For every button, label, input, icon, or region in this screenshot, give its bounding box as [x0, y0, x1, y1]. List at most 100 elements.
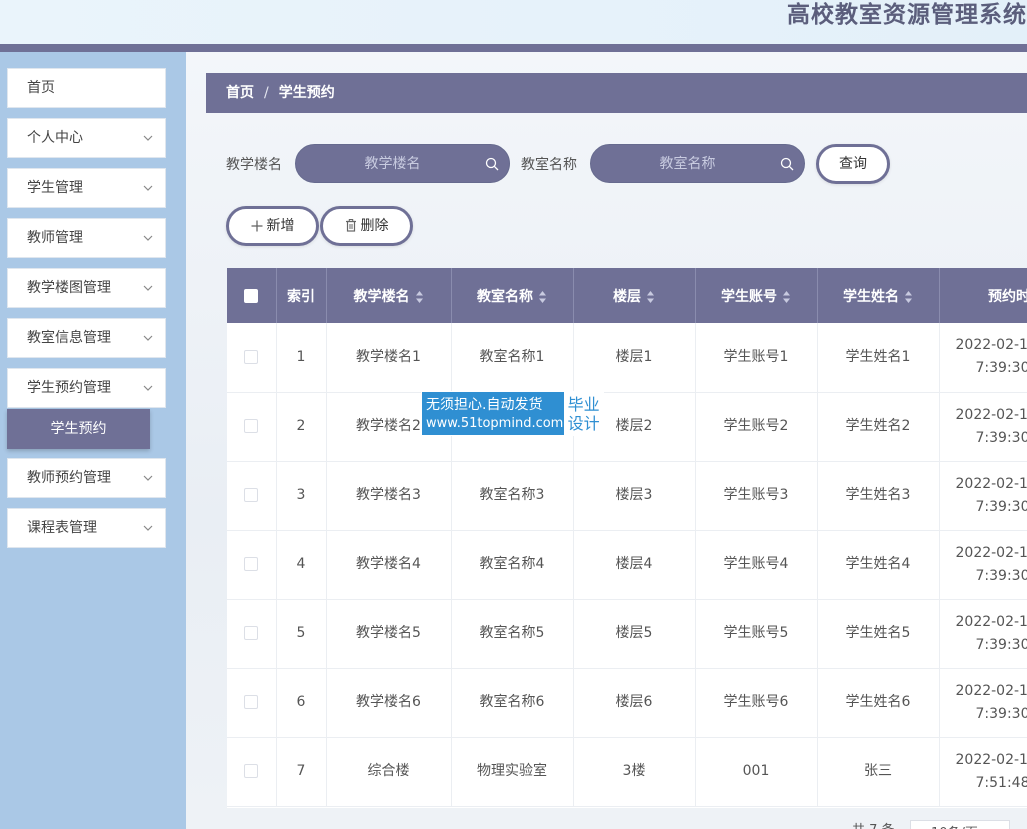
top-header: 高校教室资源管理系统 [0, 0, 1027, 52]
building-search-box [295, 144, 510, 183]
table-row[interactable]: 4 教学楼名4 教室名称4 楼层4 学生账号4 学生姓名4 2022-02-1 7:39:30 [227, 530, 1027, 600]
row-checkbox[interactable] [244, 488, 259, 502]
pagination-total: 共 7 条 [852, 819, 895, 829]
floor-cell: 楼层4 [573, 530, 696, 600]
sidebar-item-students[interactable]: 学生管理 [7, 168, 166, 208]
row-select-cell [227, 392, 277, 462]
row-select-cell [227, 668, 277, 738]
index-cell: 4 [276, 530, 327, 600]
sort-icon[interactable] [904, 290, 913, 304]
booking-table: 索引 教学楼名 教室名称 楼层 学生账号 学生姓名 预约时间 1教学楼名1教室名… [227, 268, 1027, 808]
column-header-time[interactable]: 预约时间 [939, 268, 1027, 323]
time-cell: 2022-02-1 7:39:30 [939, 461, 1027, 531]
column-header-building[interactable]: 教学楼名 [326, 268, 452, 323]
time-date: 2022-02-1 [955, 613, 1027, 630]
building-cell: 教学楼名1 [326, 323, 452, 393]
table-row[interactable]: 7 综合楼 物理实验室 3楼 001 张三 2022-02-1 7:51:48 [227, 737, 1027, 807]
room-cell: 物理实验室 [451, 737, 574, 807]
delete-button[interactable]: 删除 [320, 206, 413, 246]
account-cell: 学生账号4 [695, 530, 818, 600]
account-cell: 学生账号3 [695, 461, 818, 531]
sidebar-item-schedule[interactable]: 课程表管理 [7, 508, 166, 548]
sidebar-item-label: 教室信息管理 [27, 330, 111, 346]
table-row[interactable]: 3 教学楼名3 教室名称3 楼层3 学生账号3 学生姓名3 2022-02-1 7:39:30 [227, 461, 1027, 531]
row-checkbox[interactable] [244, 349, 259, 364]
room-search-input[interactable] [591, 145, 804, 182]
time-date: 2022-02-1 [955, 475, 1027, 492]
time-cell: 2022-02-1 7:39:30 [939, 530, 1027, 600]
table-row[interactable]: 5 教学楼名5 教室名称5 楼层5 学生账号5 学生姓名5 2022-02-1 7:39:30 [227, 599, 1027, 669]
time-date: 2022-02-1 [955, 406, 1027, 423]
row-checkbox[interactable] [244, 695, 259, 709]
room-cell: 教室名称1 [451, 323, 574, 393]
table-row[interactable]: 6 教学楼名6 教室名称6 楼层6 学生账号6 学生姓名6 2022-02-1 7:39:30 [227, 668, 1027, 738]
time-date: 2022-02-1 [955, 682, 1027, 699]
chevron-down-icon [143, 235, 153, 241]
sidebar-item-classroom-info[interactable]: 教室信息管理 [7, 318, 166, 358]
breadcrumb-current: 学生预约 [278, 85, 335, 101]
name-cell: 张三 [817, 737, 940, 807]
table-header-row: 索引 教学楼名 教室名称 楼层 学生账号 学生姓名 预约时间 [227, 268, 1027, 323]
sort-icon[interactable] [538, 290, 547, 304]
sidebar-item-profile[interactable]: 个人中心 [7, 118, 166, 158]
room-cell: 教室名称6 [451, 668, 574, 738]
column-header-index: 索引 [276, 268, 327, 323]
row-checkbox[interactable] [244, 764, 259, 778]
time-cell: 2022-02-1 7:39:30 [939, 323, 1027, 393]
index-cell: 1 [276, 323, 327, 393]
name-cell: 学生姓名2 [817, 392, 940, 462]
room-cell: 教室名称5 [451, 599, 574, 669]
column-header-name[interactable]: 学生姓名 [817, 268, 940, 323]
time-date: 2022-02-1 [955, 544, 1027, 561]
column-header-floor[interactable]: 楼层 [573, 268, 696, 323]
sort-icon[interactable] [782, 290, 791, 304]
floor-cell: 楼层5 [573, 599, 696, 669]
row-checkbox[interactable] [244, 626, 259, 640]
sort-icon[interactable] [415, 290, 424, 304]
select-all-checkbox[interactable] [244, 288, 259, 303]
sidebar-subitem-student-booking[interactable]: 学生预约 [7, 409, 150, 449]
table-row[interactable]: 1 教学楼名1 教室名称1 楼层1 学生账号1 学生姓名1 2022-02-1 7:39:30 [227, 323, 1027, 393]
name-cell: 学生姓名1 [817, 323, 940, 393]
sidebar-item-home[interactable]: 首页 [7, 68, 166, 108]
row-select-cell [227, 530, 277, 600]
sort-icon[interactable] [646, 290, 655, 304]
main-content: 首页 / 学生预约 教学楼名 教室名称 查询 新增 删除 索引 教学楼名 教室名称 [186, 52, 1027, 829]
sidebar-item-teacher-booking[interactable]: 教师预约管理 [7, 458, 166, 498]
sidebar-item-label: 教师管理 [27, 230, 83, 246]
time-cell: 2022-02-1 7:39:30 [939, 392, 1027, 462]
watermark-badge-bottom: 设计 [567, 414, 600, 433]
index-cell: 6 [276, 668, 327, 738]
sidebar-item-building-images[interactable]: 教学楼图管理 [7, 268, 166, 308]
column-header-room[interactable]: 教室名称 [451, 268, 574, 323]
watermark-badge: 毕业 设计 [563, 392, 603, 435]
time-cell: 2022-02-1 7:39:30 [939, 668, 1027, 738]
time-clock: 7:39:30 [975, 498, 1027, 515]
account-cell: 001 [695, 737, 818, 807]
table-row[interactable]: 2教学楼名2教室名称2楼层2学生账号2学生姓名22022-02-17:39:30 [227, 392, 1027, 462]
search-icon [485, 157, 499, 171]
building-search-input[interactable] [296, 145, 509, 182]
row-select-cell [227, 461, 277, 531]
index-cell: 3 [276, 461, 327, 531]
column-header-account[interactable]: 学生账号 [695, 268, 818, 323]
floor-cell: 3楼 [573, 737, 696, 807]
column-header-label: 预约时间 [988, 288, 1027, 305]
sidebar-item-teachers[interactable]: 教师管理 [7, 218, 166, 258]
building-search-label: 教学楼名 [226, 157, 282, 173]
account-cell: 学生账号2 [695, 392, 818, 462]
sidebar-item-student-booking[interactable]: 学生预约管理 [7, 368, 166, 408]
row-checkbox[interactable] [244, 419, 259, 433]
breadcrumb-home[interactable]: 首页 [226, 85, 254, 101]
page-size-select[interactable]: 10条/页 [910, 820, 1010, 829]
index-cell: 7 [276, 737, 327, 807]
watermark-banner: 无须担心.自动发货 www.51topmind.com 毕业 设计 [421, 391, 604, 436]
add-button[interactable]: 新增 [226, 206, 319, 246]
row-select-cell [227, 323, 277, 393]
sidebar: 首页 个人中心 学生管理 教师管理 教学楼图管理 教室信息管理 学生预约管理 学… [0, 52, 186, 829]
index-cell: 5 [276, 599, 327, 669]
query-button[interactable]: 查询 [816, 144, 890, 184]
floor-cell: 楼层6 [573, 668, 696, 738]
row-checkbox[interactable] [244, 557, 259, 571]
room-search-box [590, 144, 805, 183]
